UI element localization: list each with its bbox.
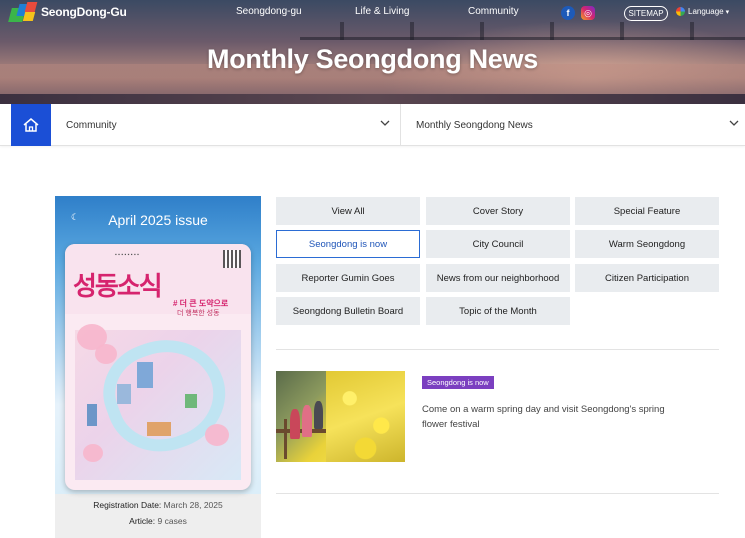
building-illustration [117, 384, 131, 404]
home-button[interactable] [11, 104, 51, 146]
person-figure [314, 401, 323, 429]
magazine-slogan-2: 더 행복한 성동 [177, 310, 220, 317]
tree-illustration [185, 394, 197, 408]
instagram-icon[interactable]: ◎ [581, 6, 595, 20]
menu-life-living[interactable]: Life & Living [355, 6, 409, 17]
registration-label: Registration Date: [93, 500, 162, 510]
category-news-from-neighborhood[interactable]: News from our neighborhood [426, 264, 570, 292]
hero-banner: SeongDong-Gu Seongdong-gu Life & Living … [0, 0, 745, 104]
category-topic-of-month[interactable]: Topic of the Month [426, 297, 570, 325]
person-figure [302, 405, 312, 437]
qr-code-icon [223, 250, 241, 268]
blossom-decoration [83, 444, 103, 462]
caret-down-icon: ▾ [725, 8, 730, 16]
category-cover-story[interactable]: Cover Story [426, 197, 570, 225]
category-bulletin-board[interactable]: Seongdong Bulletin Board [276, 297, 420, 325]
category-view-all[interactable]: View All [276, 197, 420, 225]
magazine-logo: 성동소식 [73, 272, 163, 302]
river-shore [0, 94, 745, 104]
breadcrumb-level2-label: Monthly Seongdong News [416, 120, 533, 131]
cover-image[interactable]: ☾ April 2025 issue ▪ ▪ ▪ ▪ ▪ ▪ ▪ ▪ 성동소식 … [55, 196, 261, 494]
breadcrumb-level2-dropdown[interactable]: Monthly Seongdong News [401, 104, 745, 146]
article-value: 9 cases [157, 516, 187, 526]
home-icon [23, 118, 39, 132]
menu-community[interactable]: Community [468, 6, 519, 17]
chevron-down-icon [380, 120, 390, 126]
logo-mark-icon [8, 2, 38, 22]
news-title-link[interactable]: Come on a warm spring day and visit Seon… [422, 402, 684, 432]
logo-text: SeongDong-Gu [41, 5, 127, 19]
category-citizen-participation[interactable]: Citizen Participation [575, 264, 719, 292]
cover-issue-title: April 2025 issue [108, 212, 208, 228]
magazine-header: ▪ ▪ ▪ ▪ ▪ ▪ ▪ ▪ 성동소식 # 더 큰 도약으로 더 행복한 성동 [65, 244, 251, 317]
article-label: Article: [129, 516, 156, 526]
magazine-cover: ▪ ▪ ▪ ▪ ▪ ▪ ▪ ▪ 성동소식 # 더 큰 도약으로 더 행복한 성동 [65, 244, 251, 490]
building-illustration [137, 362, 153, 388]
fence-post [284, 419, 287, 459]
breadcrumb: Community Monthly Seongdong News [0, 104, 745, 146]
breadcrumb-level1-label: Community [66, 120, 117, 131]
article-count: Article: 9 cases [55, 516, 261, 526]
page-title: Monthly Seongdong News [207, 44, 538, 74]
news-thumbnail[interactable] [276, 371, 405, 462]
sitemap-button[interactable]: SITEMAP [624, 6, 668, 21]
person-figure [290, 409, 300, 439]
chevron-down-icon [729, 120, 739, 126]
divider [276, 493, 719, 494]
building-illustration [147, 422, 171, 436]
category-warm-seongdong[interactable]: Warm Seongdong [575, 230, 719, 258]
cover-card: ☾ April 2025 issue ▪ ▪ ▪ ▪ ▪ ▪ ▪ ▪ 성동소식 … [55, 196, 261, 538]
building-illustration [87, 404, 97, 426]
site-logo[interactable]: SeongDong-Gu [8, 2, 127, 22]
category-seongdong-is-now[interactable]: Seongdong is now [276, 230, 420, 258]
language-label: Language [688, 7, 724, 16]
menu-seongdong-gu[interactable]: Seongdong-gu [236, 6, 302, 17]
blossom-decoration [205, 424, 229, 446]
google-icon [676, 7, 685, 16]
registration-value: March 28, 2025 [163, 500, 223, 510]
facebook-icon[interactable]: f [561, 6, 575, 20]
divider [276, 349, 719, 350]
category-special-feature[interactable]: Special Feature [575, 197, 719, 225]
category-city-council[interactable]: City Council [426, 230, 570, 258]
breadcrumb-level1-dropdown[interactable]: Community [51, 104, 401, 146]
category-reporter-gumin-goes[interactable]: Reporter Gumin Goes [276, 264, 420, 292]
forsythia-flowers [326, 371, 405, 462]
news-category-badge: Seongdong is now [422, 376, 494, 389]
top-navigation: SeongDong-Gu Seongdong-gu Life & Living … [0, 0, 745, 26]
registration-date: Registration Date: March 28, 2025 [55, 500, 261, 510]
magazine-volume-text: ▪ ▪ ▪ ▪ ▪ ▪ ▪ ▪ [115, 252, 139, 258]
language-selector[interactable]: Language ▾ [676, 7, 729, 16]
blossom-decoration [95, 344, 117, 364]
